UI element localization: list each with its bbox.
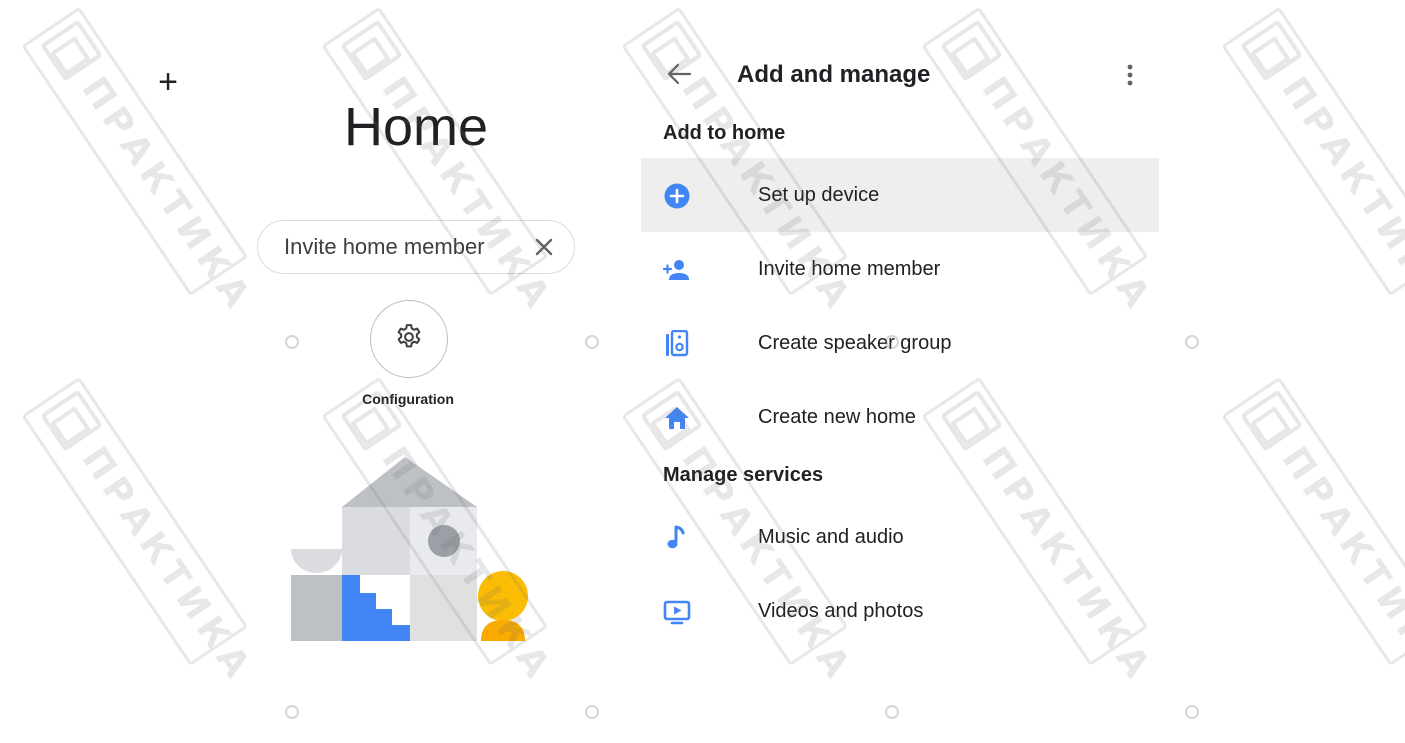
house-illustration: [285, 455, 535, 650]
music-and-audio-item[interactable]: Music and audio: [641, 500, 1159, 574]
watermark-dot: [585, 335, 599, 349]
watermark-frame: [21, 6, 249, 297]
watermark-dot: [285, 705, 299, 719]
watermark-stamp: ПРАКТИКА: [1218, 3, 1405, 320]
speaker-icon: [663, 329, 691, 358]
chip-label: Invite home member: [284, 234, 485, 259]
watermark-stamp: ПРАКТИКА: [1218, 373, 1405, 690]
create-new-home-item[interactable]: Create new home: [641, 380, 1159, 454]
set-up-device-item[interactable]: Set up device: [641, 158, 1159, 232]
watermark-dot: [1185, 705, 1199, 719]
watermark-stamp: ПРАКТИКА: [18, 373, 260, 690]
watermark-frame: [21, 376, 249, 667]
arrow-back-icon: [664, 63, 694, 92]
watermark-frame: [1221, 376, 1405, 667]
create-speaker-group-label: Create speaker group: [758, 332, 952, 354]
watermark-dot: [1185, 335, 1199, 349]
invite-home-member-chip[interactable]: Invite home member: [257, 220, 575, 274]
watermark-logo: [40, 19, 103, 82]
watermark-logo: [1240, 389, 1303, 452]
music-note-icon: [663, 524, 691, 552]
page-title: Home: [343, 97, 489, 157]
videos-and-photos-item[interactable]: Videos and photos: [641, 574, 1159, 648]
create-speaker-group-item[interactable]: Create speaker group: [641, 306, 1159, 380]
videos-and-photos-label: Videos and photos: [758, 600, 924, 622]
watermark-text: ПРАКТИКА: [1273, 69, 1405, 320]
create-new-home-label: Create new home: [758, 406, 916, 428]
more-options-button[interactable]: [1116, 60, 1144, 90]
watermark-dot: [285, 335, 299, 349]
invite-home-member-label: Invite home member: [758, 258, 941, 280]
watermark-logo: [1240, 19, 1303, 82]
watermark-dot: [585, 705, 599, 719]
add-button[interactable]: +: [152, 62, 184, 102]
watermark-dot: [885, 705, 899, 719]
watermark-text: ПРАКТИКА: [1273, 439, 1405, 690]
configuration-button[interactable]: [370, 300, 448, 378]
gear-icon: [394, 322, 424, 357]
invite-home-member-item[interactable]: Invite home member: [641, 232, 1159, 306]
watermark-logo: [940, 19, 1003, 82]
section-header-add-to-home: Add to home: [663, 122, 786, 144]
screen: + Home Invite home member Configuration: [0, 0, 1405, 743]
watermark-frame: [1221, 6, 1405, 297]
watermark-text: ПРАКТИКА: [73, 439, 261, 690]
music-and-audio-label: Music and audio: [758, 526, 904, 548]
close-icon[interactable]: [530, 233, 558, 261]
plus-icon: +: [158, 63, 178, 101]
watermark-text: ПРАКТИКА: [73, 69, 261, 320]
watermark-logo: [340, 19, 403, 82]
panel-title: Add and manage: [737, 61, 931, 88]
more-vert-icon: [1116, 64, 1144, 94]
configuration-label: Configuration: [362, 391, 454, 407]
section-header-manage-services: Manage services: [663, 464, 824, 486]
set-up-device-label: Set up device: [758, 184, 880, 206]
back-button[interactable]: [664, 60, 694, 88]
video-icon: [663, 598, 691, 626]
watermark-stamp: ПРАКТИКА: [18, 3, 260, 320]
add-circle-icon: [663, 182, 691, 210]
watermark-logo: [40, 389, 103, 452]
person-add-icon: [662, 256, 691, 284]
home-icon: [663, 404, 691, 432]
